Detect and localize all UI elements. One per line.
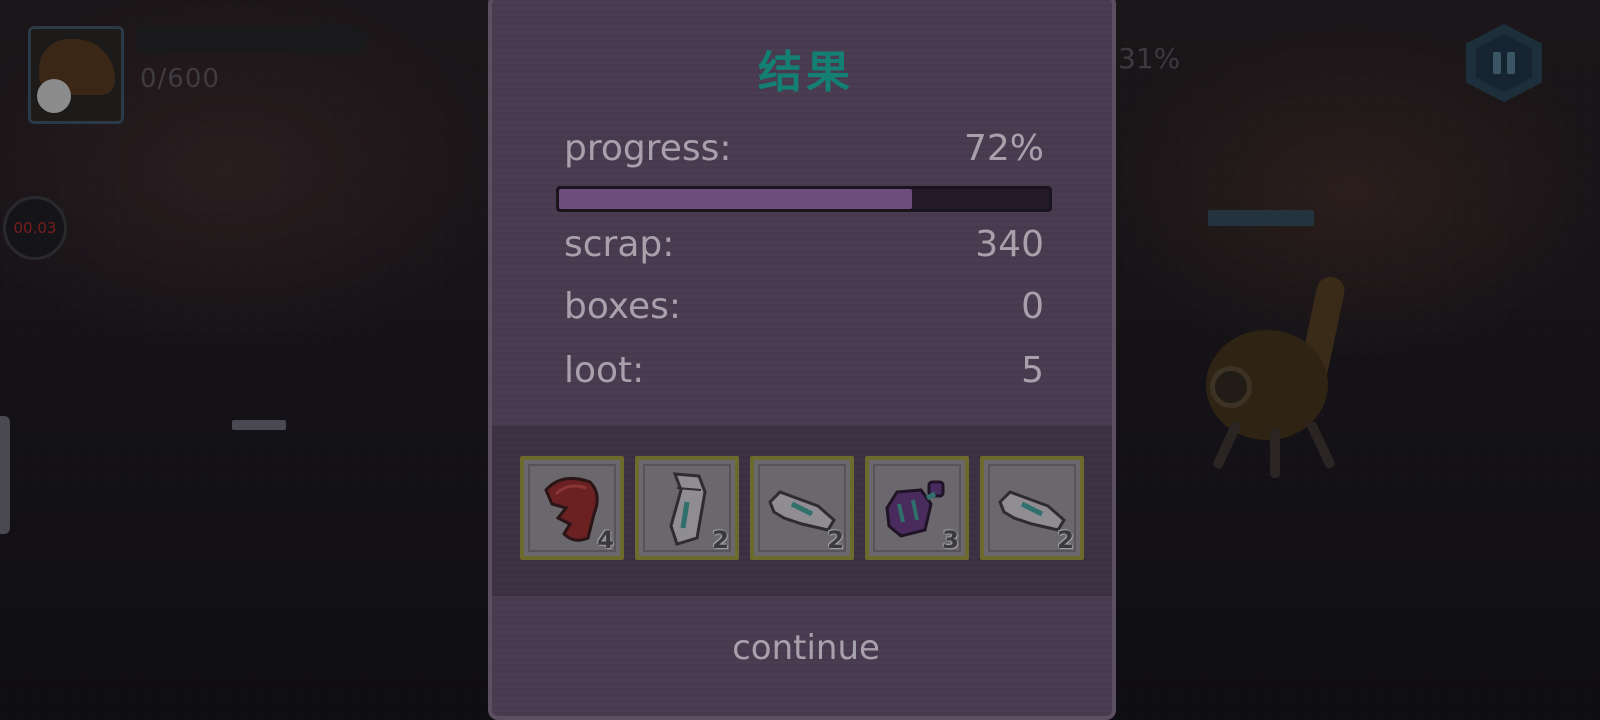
- progress-value: 72%: [963, 128, 1044, 169]
- enemy-health-bar: [1208, 210, 1314, 226]
- side-drawer-handle[interactable]: [0, 416, 10, 534]
- results-dialog: 结果 progress: 72% scrap: 340 boxes: 0 loo…: [488, 0, 1116, 720]
- scrap-label: scrap:: [564, 224, 675, 265]
- loot-slot[interactable]: 2: [635, 456, 739, 560]
- loot-slot[interactable]: 2: [980, 456, 1084, 560]
- cooldown-timer: 00.03: [3, 196, 67, 260]
- progress-label: progress:: [564, 128, 732, 169]
- player-portrait: [28, 26, 124, 124]
- scrap-row: scrap: 340: [564, 224, 1044, 272]
- player-health-bar: [136, 26, 366, 54]
- boxes-value: 0: [1021, 286, 1044, 327]
- loot-slot[interactable]: 4: [520, 456, 624, 560]
- enemy-leg: [1270, 428, 1280, 478]
- loot-count: 4: [597, 526, 614, 554]
- loot-label: loot:: [564, 350, 645, 391]
- loot-count: 2: [1057, 526, 1074, 554]
- continue-button[interactable]: continue: [492, 628, 1120, 668]
- dialog-title: 结果: [758, 47, 854, 98]
- virtual-joystick-knob: [37, 79, 71, 113]
- progress-bar-fill: [559, 189, 912, 209]
- loot-count: 2: [712, 526, 729, 554]
- boxes-label: boxes:: [564, 286, 681, 327]
- progress-bar: [556, 186, 1052, 212]
- loot-value: 5: [1021, 350, 1044, 391]
- loot-items: 4 2 2 3 2: [520, 456, 1086, 562]
- enemy-eye-icon: [1210, 366, 1252, 408]
- pause-icon: [1476, 34, 1532, 92]
- loot-row: loot: 5: [564, 350, 1044, 398]
- floating-platform: [232, 420, 286, 430]
- loot-slot[interactable]: 3: [865, 456, 969, 560]
- loot-slot[interactable]: 2: [750, 456, 854, 560]
- loot-count: 2: [827, 526, 844, 554]
- loot-count: 3: [942, 526, 959, 554]
- scrap-value: 340: [975, 224, 1044, 265]
- player-health-text: 0/600: [140, 64, 220, 94]
- progress-row: progress: 72%: [564, 128, 1044, 176]
- level-progress-percent: 31%: [1118, 42, 1181, 75]
- boxes-row: boxes: 0: [564, 286, 1044, 334]
